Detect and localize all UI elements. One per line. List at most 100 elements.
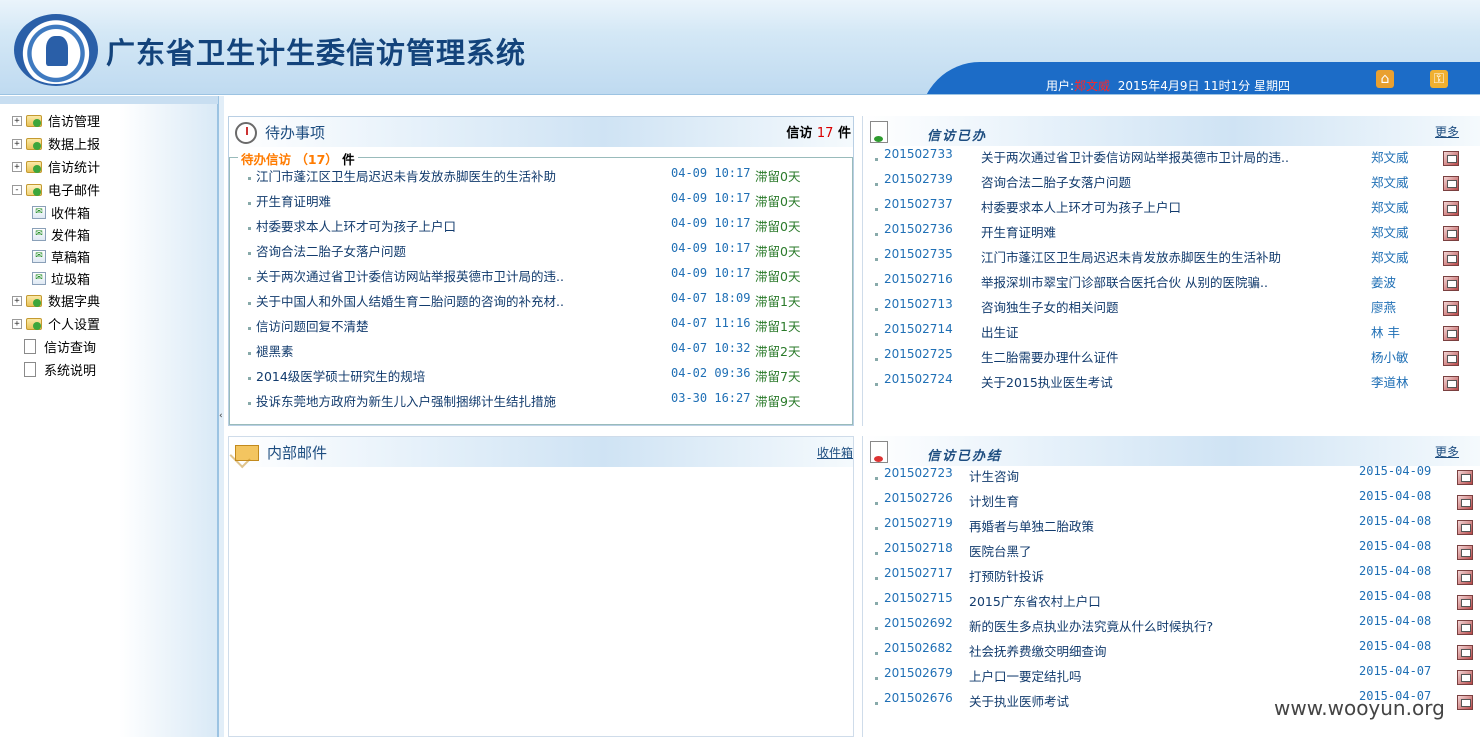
sidebar-item-5[interactable]: ✉ 发件箱 (12, 223, 100, 245)
view-detail-icon[interactable] (1457, 670, 1473, 685)
sidebar-item-0[interactable]: + 信访管理 (12, 109, 100, 132)
todo-item-title[interactable]: 投诉东莞地方政府为新生儿入户强制捆绑计生结扎措施 (256, 391, 556, 410)
expander-icon[interactable]: + (12, 161, 22, 172)
closed-item-title[interactable]: 新的医生多点执业办法究竟从什么时候执行? (969, 616, 1213, 635)
todo-row[interactable]: 投诉东莞地方政府为新生儿入户强制捆绑计生结扎措施 03-30 16:27 滞留9天 (230, 391, 852, 416)
todo-item-title[interactable]: 关于中国人和外国人结婚生育二胎问题的咨询的补充材.. (256, 291, 564, 310)
closed-row[interactable]: 201502719 再婚者与单独二胎政策 2015-04-08 (863, 514, 1480, 541)
view-detail-icon[interactable] (1443, 276, 1459, 291)
sidebar-item-label[interactable]: 电子邮件 (48, 180, 100, 199)
view-detail-icon[interactable] (1443, 226, 1459, 241)
done-item-title[interactable]: 咨询合法二胎子女落户问题 (981, 172, 1131, 191)
done-row[interactable]: 201502739 咨询合法二胎子女落户问题 郑文威 (863, 172, 1480, 197)
done-row[interactable]: 201502735 江门市蓬江区卫生局迟迟未肯发放赤脚医生的生活补助 郑文威 (863, 247, 1480, 272)
done-item-title[interactable]: 出生证 (981, 322, 1019, 341)
closed-item-title[interactable]: 再婚者与单独二胎政策 (969, 516, 1094, 535)
sidebar-item-7[interactable]: ✉ 垃圾箱 (12, 267, 100, 289)
sidebar-item-label[interactable]: 垃圾箱 (51, 269, 90, 288)
home-icon[interactable]: ⌂ (1376, 70, 1394, 88)
expander-icon[interactable]: + (12, 295, 22, 306)
todo-item-title[interactable]: 信访问题回复不清楚 (256, 316, 369, 335)
todo-row[interactable]: 关于两次通过省卫计委信访网站举报英德市卫计局的违.. 04-09 10:17 滞留0… (230, 266, 852, 291)
view-detail-icon[interactable] (1457, 595, 1473, 610)
todo-row[interactable]: 村委要求本人上环才可为孩子上户口 04-09 10:17 滞留0天 (230, 216, 852, 241)
todo-item-title[interactable]: 褪黑素 (256, 341, 294, 360)
done-row[interactable]: 201502733 关于两次通过省卫计委信访网站举报英德市卫计局的违.. 郑文威 (863, 147, 1480, 172)
todo-row[interactable]: 咨询合法二胎子女落户问题 04-09 10:17 滞留0天 (230, 241, 852, 266)
view-detail-icon[interactable] (1457, 495, 1473, 510)
view-detail-icon[interactable] (1443, 176, 1459, 191)
view-detail-icon[interactable] (1457, 695, 1473, 710)
view-detail-icon[interactable] (1443, 251, 1459, 266)
view-detail-icon[interactable] (1457, 570, 1473, 585)
closed-row[interactable]: 201502717 打预防针投诉 2015-04-08 (863, 564, 1480, 591)
sidebar-item-label[interactable]: 信访统计 (48, 157, 100, 176)
view-detail-icon[interactable] (1443, 376, 1459, 391)
sidebar-item-label[interactable]: 个人设置 (48, 314, 100, 333)
todo-item-title[interactable]: 江门市蓬江区卫生局迟迟未肯发放赤脚医生的生活补助 (256, 166, 556, 185)
done-row[interactable]: 201502713 咨询独生子女的相关问题 廖燕 (863, 297, 1480, 322)
done-item-title[interactable]: 关于两次通过省卫计委信访网站举报英德市卫计局的违.. (981, 147, 1289, 166)
view-detail-icon[interactable] (1443, 351, 1459, 366)
todo-item-title[interactable]: 咨询合法二胎子女落户问题 (256, 241, 406, 260)
view-detail-icon[interactable] (1443, 301, 1459, 316)
sidebar-item-10[interactable]: 信访查询 (12, 335, 100, 358)
closed-row[interactable]: 201502715 2015广东省农村上户口 2015-04-08 (863, 589, 1480, 616)
view-detail-icon[interactable] (1443, 326, 1459, 341)
closed-more-link[interactable]: 更多 (1435, 443, 1459, 460)
view-detail-icon[interactable] (1457, 520, 1473, 535)
view-detail-icon[interactable] (1443, 201, 1459, 216)
closed-item-title[interactable]: 2015广东省农村上户口 (969, 591, 1101, 610)
todo-item-title[interactable]: 开生育证明难 (256, 191, 331, 210)
collapse-arrow-icon[interactable]: ‹ (219, 411, 223, 421)
sidebar-item-label[interactable]: 系统说明 (44, 360, 96, 379)
todo-row[interactable]: 信访问题回复不清楚 04-07 11:16 滞留1天 (230, 316, 852, 341)
done-row[interactable]: 201502714 出生证 林 丰 (863, 322, 1480, 347)
sidebar-collapse-handle[interactable]: ‹ (218, 96, 224, 737)
closed-item-title[interactable]: 社会抚养费缴交明细查询 (969, 641, 1107, 660)
done-item-title[interactable]: 生二胎需要办理什么证件 (981, 347, 1119, 366)
closed-item-title[interactable]: 关于执业医师考试 (969, 691, 1069, 710)
view-detail-icon[interactable] (1457, 620, 1473, 635)
sidebar-item-4[interactable]: ✉ 收件箱 (12, 201, 100, 223)
sidebar-item-3[interactable]: - 电子邮件 (12, 178, 100, 201)
sidebar-item-11[interactable]: 系统说明 (12, 358, 100, 381)
todo-row[interactable]: 关于中国人和外国人结婚生育二胎问题的咨询的补充材.. 04-07 18:09 滞留1… (230, 291, 852, 316)
sidebar-item-8[interactable]: + 数据字典 (12, 289, 100, 312)
key-icon[interactable]: ⚿ (1430, 70, 1448, 88)
sidebar-item-1[interactable]: + 数据上报 (12, 132, 100, 155)
closed-row[interactable]: 201502679 上户口一要定结扎吗 2015-04-07 (863, 664, 1480, 691)
closed-row[interactable]: 201502726 计划生育 2015-04-08 (863, 489, 1480, 516)
todo-row[interactable]: 2014级医学硕士研究生的规培 04-02 09:36 滞留7天 (230, 366, 852, 391)
closed-item-title[interactable]: 医院台黑了 (969, 541, 1032, 560)
closed-row[interactable]: 201502692 新的医生多点执业办法究竟从什么时候执行? 2015-04-08 (863, 614, 1480, 641)
view-detail-icon[interactable] (1457, 470, 1473, 485)
sidebar-item-label[interactable]: 信访查询 (44, 337, 96, 356)
closed-row[interactable]: 201502682 社会抚养费缴交明细查询 2015-04-08 (863, 639, 1480, 666)
sidebar-item-label[interactable]: 数据上报 (48, 134, 100, 153)
todo-row[interactable]: 褪黑素 04-07 10:32 滞留2天 (230, 341, 852, 366)
closed-item-title[interactable]: 计生咨询 (969, 466, 1019, 485)
done-row[interactable]: 201502716 举报深圳市翠宝门诊部联合医托合伙 从别的医院骗.. 姜波 (863, 272, 1480, 297)
view-detail-icon[interactable] (1443, 151, 1459, 166)
closed-row[interactable]: 201502723 计生咨询 2015-04-09 (863, 464, 1480, 491)
todo-item-title[interactable]: 村委要求本人上环才可为孩子上户口 (256, 216, 456, 235)
done-item-title[interactable]: 咨询独生子女的相关问题 (981, 297, 1119, 316)
expander-icon[interactable]: + (12, 115, 22, 126)
done-item-title[interactable]: 村委要求本人上环才可为孩子上户口 (981, 197, 1181, 216)
closed-row[interactable]: 201502718 医院台黑了 2015-04-08 (863, 539, 1480, 566)
sidebar-item-label[interactable]: 发件箱 (51, 225, 90, 244)
expander-icon[interactable]: + (12, 138, 22, 149)
done-item-title[interactable]: 开生育证明难 (981, 222, 1056, 241)
done-row[interactable]: 201502725 生二胎需要办理什么证件 杨小敏 (863, 347, 1480, 372)
sidebar-item-6[interactable]: ✉ 草稿箱 (12, 245, 100, 267)
done-row[interactable]: 201502737 村委要求本人上环才可为孩子上户口 郑文威 (863, 197, 1480, 222)
done-row[interactable]: 201502724 关于2015执业医生考试 李道林 (863, 372, 1480, 397)
sidebar-item-label[interactable]: 信访管理 (48, 111, 100, 130)
todo-row[interactable]: 开生育证明难 04-09 10:17 滞留0天 (230, 191, 852, 216)
sidebar-item-9[interactable]: + 个人设置 (12, 312, 100, 335)
closed-item-title[interactable]: 打预防针投诉 (969, 566, 1044, 585)
done-row[interactable]: 201502736 开生育证明难 郑文威 (863, 222, 1480, 247)
sidebar-item-label[interactable]: 数据字典 (48, 291, 100, 310)
done-more-link[interactable]: 更多 (1435, 123, 1459, 140)
